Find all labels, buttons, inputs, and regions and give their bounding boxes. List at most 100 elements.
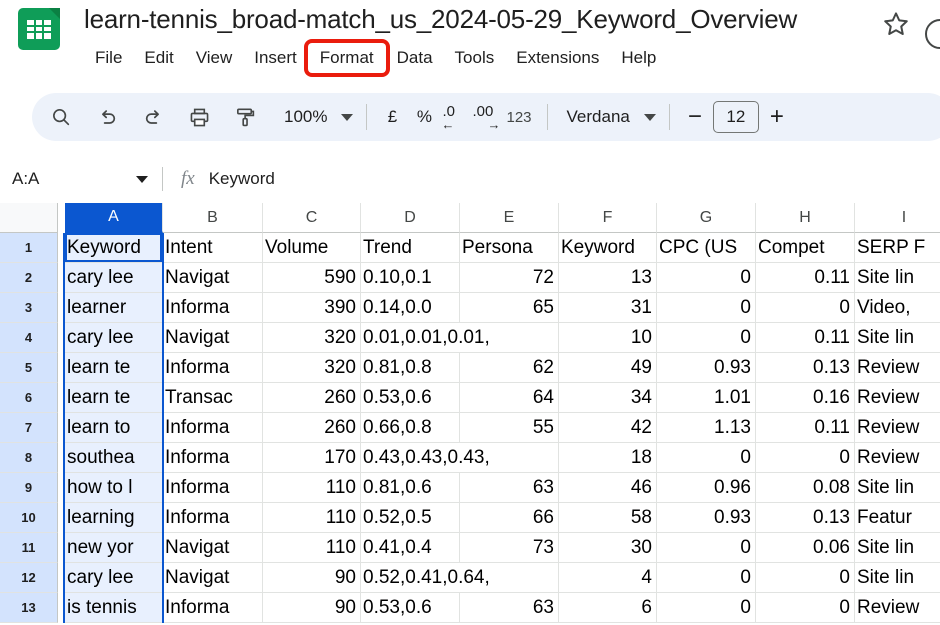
table-cell[interactable]: 65	[460, 293, 559, 323]
table-cell[interactable]: 0	[657, 323, 756, 353]
table-cell[interactable]: Featur	[855, 503, 940, 533]
table-cell[interactable]: Review	[855, 353, 940, 383]
table-cell[interactable]: 72	[460, 263, 559, 293]
table-cell[interactable]: Review	[855, 413, 940, 443]
column-header-h[interactable]: H	[756, 203, 855, 233]
row-header-9[interactable]: 9	[0, 473, 58, 503]
undo-icon[interactable]	[87, 97, 127, 137]
column-title-cell[interactable]: Trend	[361, 233, 460, 263]
table-cell[interactable]: 0.01,0.01,0.01,	[361, 323, 559, 353]
table-cell[interactable]: cary lee	[65, 563, 163, 593]
table-cell[interactable]: 0.96	[657, 473, 756, 503]
table-cell[interactable]: Informa	[163, 473, 263, 503]
redo-icon[interactable]	[133, 97, 173, 137]
menu-item-extensions[interactable]: Extensions	[505, 43, 610, 73]
menu-item-help[interactable]: Help	[610, 43, 667, 73]
print-icon[interactable]	[179, 97, 219, 137]
decrease-font-size-button[interactable]: −	[679, 101, 711, 133]
row-header-10[interactable]: 10	[0, 503, 58, 533]
table-cell[interactable]: 260	[263, 413, 361, 443]
table-cell[interactable]: Site lin	[855, 263, 940, 293]
table-cell[interactable]: 0.52,0.41,0.64,	[361, 563, 559, 593]
table-cell[interactable]: 0.41,0.4	[361, 533, 460, 563]
row-header-8[interactable]: 8	[0, 443, 58, 473]
row-header-1[interactable]: 1	[0, 233, 58, 263]
table-cell[interactable]: 0.93	[657, 503, 756, 533]
table-cell[interactable]: learn te	[65, 353, 163, 383]
menu-item-format[interactable]: Format	[307, 43, 386, 73]
document-title[interactable]: learn-tennis_broad-match_us_2024-05-29_K…	[84, 2, 797, 36]
table-cell[interactable]: 1.01	[657, 383, 756, 413]
table-cell[interactable]: 73	[460, 533, 559, 563]
table-cell[interactable]: 170	[263, 443, 361, 473]
zoom-selector[interactable]: 100%	[274, 101, 357, 133]
name-box[interactable]: A:A	[12, 164, 162, 194]
column-header-f[interactable]: F	[559, 203, 657, 233]
table-cell[interactable]: 110	[263, 473, 361, 503]
table-cell[interactable]: cary lee	[65, 323, 163, 353]
table-cell[interactable]: 0.81,0.8	[361, 353, 460, 383]
table-cell[interactable]: 0	[657, 563, 756, 593]
table-cell[interactable]: 0.52,0.5	[361, 503, 460, 533]
table-cell[interactable]: Site lin	[855, 323, 940, 353]
table-cell[interactable]: Review	[855, 443, 940, 473]
table-cell[interactable]: Site lin	[855, 563, 940, 593]
table-cell[interactable]: 0.11	[756, 323, 855, 353]
table-cell[interactable]: 0.43,0.43,0.43,	[361, 443, 559, 473]
table-cell[interactable]: 4	[559, 563, 657, 593]
column-header-i[interactable]: I	[855, 203, 940, 233]
row-header-3[interactable]: 3	[0, 293, 58, 323]
table-cell[interactable]: 46	[559, 473, 657, 503]
column-title-cell[interactable]: Keyword	[559, 233, 657, 263]
table-cell[interactable]: 0.13	[756, 353, 855, 383]
table-cell[interactable]: 0.14,0.0	[361, 293, 460, 323]
column-title-cell[interactable]: Intent	[163, 233, 263, 263]
table-cell[interactable]: Review	[855, 593, 940, 623]
table-cell[interactable]: 0.13	[756, 503, 855, 533]
table-cell[interactable]: 90	[263, 563, 361, 593]
table-cell[interactable]: 55	[460, 413, 559, 443]
table-cell[interactable]: 0.10,0.1	[361, 263, 460, 293]
font-family-selector[interactable]: Verdana	[557, 101, 660, 133]
percent-format-button[interactable]: %	[408, 107, 440, 127]
menu-item-data[interactable]: Data	[386, 43, 444, 73]
table-cell[interactable]: cary lee	[65, 263, 163, 293]
table-cell[interactable]: 1.13	[657, 413, 756, 443]
table-cell[interactable]: 0.11	[756, 263, 855, 293]
table-cell[interactable]: 0.81,0.6	[361, 473, 460, 503]
table-cell[interactable]: 0	[756, 443, 855, 473]
menu-item-insert[interactable]: Insert	[243, 43, 308, 73]
table-cell[interactable]: 66	[460, 503, 559, 533]
row-header-4[interactable]: 4	[0, 323, 58, 353]
table-cell[interactable]: 6	[559, 593, 657, 623]
column-title-cell[interactable]: Keyword	[65, 233, 163, 263]
table-cell[interactable]: 0.16	[756, 383, 855, 413]
table-cell[interactable]: Navigat	[163, 533, 263, 563]
font-size-input[interactable]: 12	[712, 101, 759, 133]
table-cell[interactable]: 64	[460, 383, 559, 413]
table-cell[interactable]: 10	[559, 323, 657, 353]
table-cell[interactable]: Informa	[163, 443, 263, 473]
paint-format-icon[interactable]	[225, 97, 265, 137]
table-cell[interactable]: 110	[263, 503, 361, 533]
table-cell[interactable]: 0.66,0.8	[361, 413, 460, 443]
table-cell[interactable]: 320	[263, 323, 361, 353]
table-cell[interactable]: southea	[65, 443, 163, 473]
table-cell[interactable]: Video,	[855, 293, 940, 323]
table-cell[interactable]: 63	[460, 593, 559, 623]
table-cell[interactable]: 31	[559, 293, 657, 323]
star-icon[interactable]	[881, 9, 911, 39]
table-cell[interactable]: new yor	[65, 533, 163, 563]
table-cell[interactable]: 49	[559, 353, 657, 383]
row-header-2[interactable]: 2	[0, 263, 58, 293]
sheets-icon[interactable]	[18, 8, 60, 50]
table-cell[interactable]: Transac	[163, 383, 263, 413]
column-header-g[interactable]: G	[657, 203, 756, 233]
number-format-button[interactable]: 123	[500, 109, 537, 126]
table-cell[interactable]: learning	[65, 503, 163, 533]
table-cell[interactable]: 0.08	[756, 473, 855, 503]
table-cell[interactable]: learn te	[65, 383, 163, 413]
table-cell[interactable]: how to l	[65, 473, 163, 503]
table-cell[interactable]: Navigat	[163, 323, 263, 353]
row-header-12[interactable]: 12	[0, 563, 58, 593]
